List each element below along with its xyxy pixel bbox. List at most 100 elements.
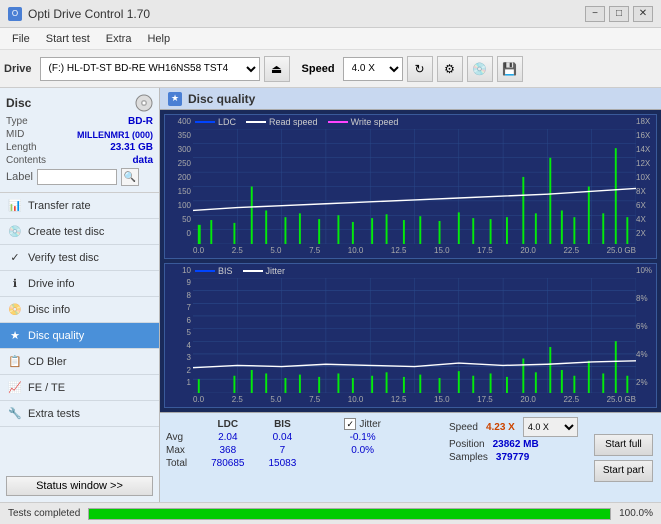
speed-dropdown[interactable]: 4.0 X bbox=[523, 417, 578, 437]
maximize-button[interactable]: □ bbox=[609, 6, 629, 22]
speed-label: Speed bbox=[449, 422, 478, 433]
disc-header: Disc bbox=[6, 94, 153, 112]
readspeed-legend-color bbox=[246, 121, 266, 123]
eject-button[interactable]: ⏏ bbox=[264, 56, 290, 82]
menubar: File Start test Extra Help bbox=[0, 28, 661, 50]
chart2-legend: BIS Jitter bbox=[195, 266, 285, 276]
create-test-icon: 💿 bbox=[8, 225, 22, 239]
disc-type-row: Type BD-R bbox=[6, 116, 153, 127]
chart1-y-axis-left: 400 350 300 250 200 150 100 50 0 bbox=[165, 115, 193, 240]
refresh-button[interactable]: ↻ bbox=[407, 56, 433, 82]
jitter-checkbox[interactable]: ✓ bbox=[344, 418, 356, 430]
start-full-button[interactable]: Start full bbox=[594, 434, 653, 456]
disc-type-key: Type bbox=[6, 116, 28, 127]
bis-legend-color bbox=[195, 270, 215, 272]
app-icon: O bbox=[8, 7, 22, 21]
stats-max-row: Max 368 7 0.0% bbox=[162, 444, 393, 457]
drive-label: Drive bbox=[4, 63, 32, 75]
disc-button[interactable]: 💿 bbox=[467, 56, 493, 82]
start-part-button[interactable]: Start part bbox=[594, 460, 653, 482]
disc-quality-header-icon: ★ bbox=[168, 92, 182, 106]
drive-select[interactable]: (F:) HL-DT-ST BD-RE WH16NS58 TST4 bbox=[40, 57, 260, 81]
stats-row: LDC BIS ✓ Jitter Avg bbox=[160, 413, 661, 502]
position-row: Position 23862 MB bbox=[449, 439, 578, 450]
sidebar-item-label-extra-tests: Extra tests bbox=[28, 408, 80, 420]
disc-title: Disc bbox=[6, 96, 31, 110]
jitter-label: Jitter bbox=[359, 419, 381, 430]
sidebar-item-drive-info[interactable]: ℹ Drive info bbox=[0, 271, 159, 297]
ldc-legend-label: LDC bbox=[218, 117, 236, 127]
disc-panel-icon bbox=[135, 94, 153, 112]
bis-legend-label: BIS bbox=[218, 266, 233, 276]
disc-panel: Disc Type BD-R MID MILLENMR1 (000) Lengt… bbox=[0, 88, 159, 193]
titlebar: O Opti Drive Control 1.70 − □ ✕ bbox=[0, 0, 661, 28]
disc-contents-key: Contents bbox=[6, 155, 46, 166]
sidebar-item-disc-info[interactable]: 📀 Disc info bbox=[0, 297, 159, 323]
disc-label-search-button[interactable]: 🔍 bbox=[121, 168, 139, 186]
jitter-legend-color bbox=[243, 270, 263, 272]
speed-select[interactable]: 4.0 X bbox=[343, 57, 403, 81]
disc-label-row: Label 🔍 bbox=[6, 168, 153, 186]
disc-length-key: Length bbox=[6, 142, 37, 153]
menu-file[interactable]: File bbox=[4, 31, 38, 47]
position-val: 23862 MB bbox=[493, 439, 539, 450]
sidebar-item-extra-tests[interactable]: 🔧 Extra tests bbox=[0, 401, 159, 427]
sidebar-item-fe-te[interactable]: 📈 FE / TE bbox=[0, 375, 159, 401]
menu-starttest[interactable]: Start test bbox=[38, 31, 98, 47]
sidebar-item-create-test-disc[interactable]: 💿 Create test disc bbox=[0, 219, 159, 245]
sidebar-item-label-disc-quality: Disc quality bbox=[28, 330, 84, 342]
max-ldc: 368 bbox=[199, 444, 256, 457]
samples-label: Samples bbox=[449, 452, 488, 463]
disc-length-val: 23.31 GB bbox=[110, 142, 153, 153]
stats-area: LDC BIS ✓ Jitter Avg bbox=[160, 412, 661, 502]
disc-quality-title: Disc quality bbox=[188, 92, 255, 106]
action-buttons: Start full Start part bbox=[586, 413, 661, 502]
chart2-x-axis: 0.0 2.5 5.0 7.5 10.0 12.5 15.0 17.5 20.0… bbox=[193, 391, 636, 407]
sidebar-item-label-disc-info: Disc info bbox=[28, 304, 70, 316]
disc-label-input[interactable] bbox=[37, 169, 117, 185]
menu-help[interactable]: Help bbox=[139, 31, 178, 47]
sidebar-item-label-cd-bler: CD Bler bbox=[28, 356, 67, 368]
status-window-button[interactable]: Status window >> bbox=[6, 476, 153, 496]
chart1-legend: LDC Read speed Write speed bbox=[195, 117, 398, 127]
disc-mid-row: MID MILLENMR1 (000) bbox=[6, 129, 153, 140]
menu-extra[interactable]: Extra bbox=[98, 31, 140, 47]
charts-area: LDC Read speed Write speed 400 350 300 bbox=[160, 110, 661, 412]
chart2-y-axis-left: 10 9 8 7 6 5 4 3 2 1 bbox=[165, 264, 193, 389]
sidebar-item-verify-test-disc[interactable]: ✓ Verify test disc bbox=[0, 245, 159, 271]
sidebar-item-label-create-test: Create test disc bbox=[28, 226, 104, 238]
sidebar-item-cd-bler[interactable]: 📋 CD Bler bbox=[0, 349, 159, 375]
chart1-svg bbox=[193, 129, 636, 244]
close-button[interactable]: ✕ bbox=[633, 6, 653, 22]
bis-jitter-chart: BIS Jitter 10 9 8 7 6 5 4 3 bbox=[164, 263, 657, 408]
max-jitter: 0.0% bbox=[332, 444, 393, 457]
stats-table-container: LDC BIS ✓ Jitter Avg bbox=[160, 413, 441, 502]
col-bis: BIS bbox=[257, 417, 309, 431]
max-bis: 7 bbox=[257, 444, 309, 457]
disc-info-icon: 📀 bbox=[8, 303, 22, 317]
disc-mid-val: MILLENMR1 (000) bbox=[77, 130, 153, 140]
sidebar-item-label-transfer-rate: Transfer rate bbox=[28, 200, 91, 212]
speed-info: Speed 4.23 X 4.0 X Position 23862 MB Sam… bbox=[441, 413, 586, 502]
disc-quality-header: ★ Disc quality bbox=[160, 88, 661, 110]
sidebar-item-transfer-rate[interactable]: 📊 Transfer rate bbox=[0, 193, 159, 219]
sidebar-item-disc-quality[interactable]: ★ Disc quality bbox=[0, 323, 159, 349]
disc-contents-val: data bbox=[132, 155, 153, 166]
progress-bar-area: Tests completed 100.0% bbox=[0, 502, 661, 524]
disc-mid-key: MID bbox=[6, 129, 24, 140]
readspeed-legend-item: Read speed bbox=[246, 117, 318, 127]
cd-bler-icon: 📋 bbox=[8, 355, 22, 369]
drive-info-icon: ℹ bbox=[8, 277, 22, 291]
stats-total-row: Total 780685 15083 bbox=[162, 457, 393, 470]
save-button[interactable]: 💾 bbox=[497, 56, 523, 82]
fe-te-icon: 📈 bbox=[8, 381, 22, 395]
titlebar-left: O Opti Drive Control 1.70 bbox=[8, 7, 150, 21]
settings-button[interactable]: ⚙ bbox=[437, 56, 463, 82]
samples-row: Samples 379779 bbox=[449, 452, 578, 463]
toolbar: Drive (F:) HL-DT-ST BD-RE WH16NS58 TST4 … bbox=[0, 50, 661, 88]
minimize-button[interactable]: − bbox=[585, 6, 605, 22]
stats-avg-row: Avg 2.04 0.04 -0.1% bbox=[162, 431, 393, 444]
progress-track bbox=[88, 508, 611, 520]
jitter-legend-item: Jitter bbox=[243, 266, 286, 276]
transfer-rate-icon: 📊 bbox=[8, 199, 22, 213]
